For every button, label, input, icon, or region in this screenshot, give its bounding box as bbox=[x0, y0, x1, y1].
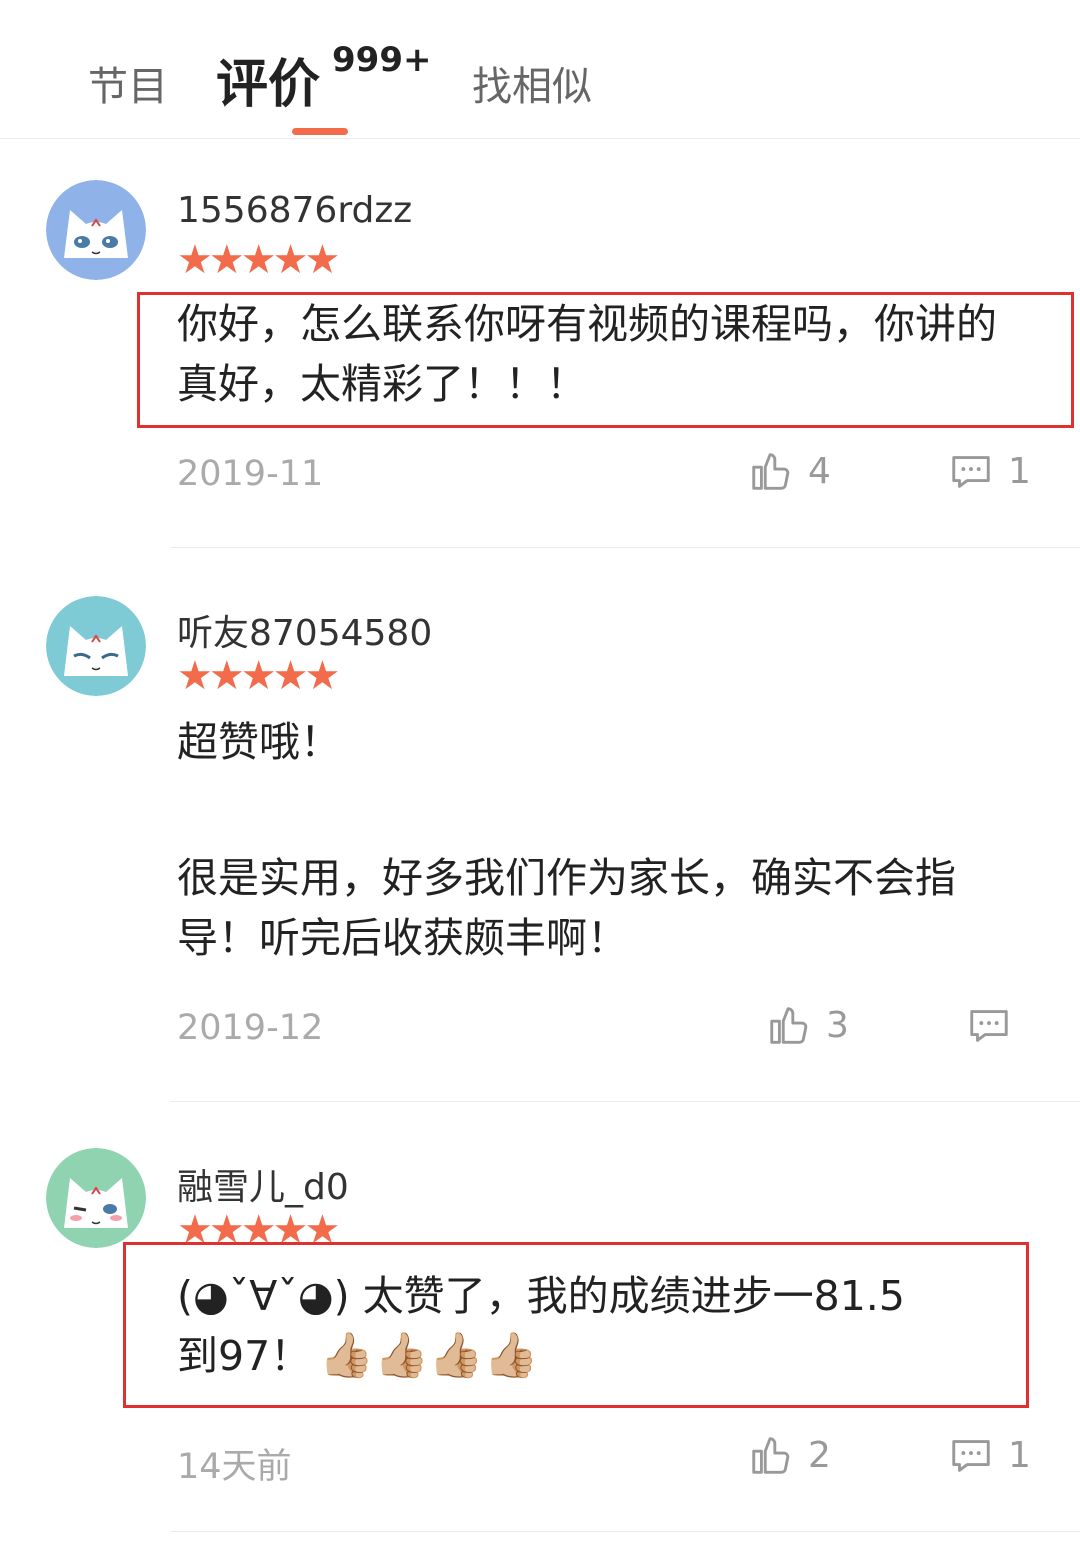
cat-avatar-icon bbox=[46, 596, 146, 696]
tab-reviews[interactable]: 评价 bbox=[216, 42, 320, 117]
reply-button[interactable]: 1 bbox=[948, 1432, 1031, 1478]
like-button[interactable]: 4 bbox=[748, 448, 831, 494]
review-text: 很是实用，好多我们作为家长，确实不会指导！听完后收获颇丰啊！ bbox=[177, 854, 956, 962]
like-button[interactable]: 3 bbox=[766, 1002, 849, 1048]
highlight-box bbox=[123, 1242, 1029, 1408]
divider bbox=[170, 1101, 1080, 1102]
reply-count: 1 bbox=[1008, 1434, 1031, 1476]
like-button[interactable]: 2 bbox=[748, 1432, 831, 1478]
avatar[interactable] bbox=[46, 1148, 146, 1248]
avatar[interactable] bbox=[46, 180, 146, 280]
comment-icon bbox=[952, 456, 990, 488]
review-date: 14天前 bbox=[177, 1447, 292, 1487]
like-count: 3 bbox=[826, 1004, 849, 1046]
cat-avatar-icon bbox=[46, 1148, 146, 1248]
username[interactable]: 听友87054580 bbox=[177, 604, 432, 656]
tab-programs[interactable]: 节目 bbox=[88, 54, 168, 112]
tab-similar[interactable]: 找相似 bbox=[472, 54, 592, 112]
comment-icon bbox=[952, 1440, 990, 1472]
thumbs-up-icon bbox=[770, 1007, 808, 1044]
review-date: 2019-12 bbox=[177, 1008, 324, 1048]
highlight-box bbox=[137, 292, 1074, 428]
divider bbox=[170, 1531, 1080, 1532]
username[interactable]: 融雪儿_d0 bbox=[177, 1158, 349, 1210]
star-rating: ★★★★★ bbox=[177, 237, 340, 283]
review-date: 2019-11 bbox=[177, 454, 324, 494]
reply-button[interactable]: 1 bbox=[948, 448, 1031, 494]
reply-button[interactable] bbox=[966, 1002, 1026, 1048]
tab-bar: 节目 评价 999+ 找相似 bbox=[0, 0, 1080, 139]
reply-count: 1 bbox=[1008, 450, 1031, 492]
review-text: 超赞哦！ bbox=[177, 718, 341, 766]
comment-icon bbox=[970, 1010, 1008, 1042]
star-rating: ★★★★★ bbox=[177, 653, 340, 699]
avatar[interactable] bbox=[46, 596, 146, 696]
active-tab-indicator bbox=[292, 128, 348, 135]
thumbs-up-icon bbox=[752, 1437, 790, 1474]
divider bbox=[170, 547, 1080, 548]
like-count: 2 bbox=[808, 1434, 831, 1476]
thumbs-up-icon bbox=[752, 453, 790, 490]
tab-reviews-count: 999+ bbox=[332, 40, 432, 80]
like-count: 4 bbox=[808, 450, 831, 492]
username[interactable]: 1556876rdzz bbox=[177, 190, 412, 231]
cat-avatar-icon bbox=[46, 180, 146, 280]
